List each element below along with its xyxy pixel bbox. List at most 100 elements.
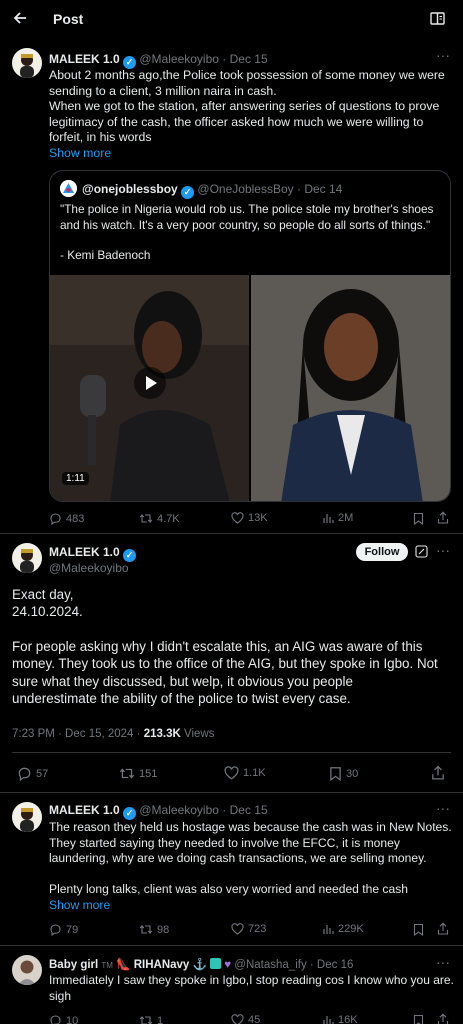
tweet-date[interactable]: · Dec 15	[222, 52, 267, 66]
reply-icon	[50, 1015, 61, 1024]
like-button[interactable]: 45	[231, 1014, 260, 1024]
tweet-author-row: MALEEK 1.0 ✓ @Maleekoyibo · Dec 15	[49, 52, 268, 69]
views-count: 229K	[338, 923, 364, 935]
tweet-author-row: Baby girl TM 👠 RIHANavy ⚓ ♥ @Natasha_ify…	[49, 957, 353, 971]
tweet-body: About 2 months ago,the Police took posse…	[49, 68, 454, 161]
bookmark-button[interactable]: 30	[329, 766, 358, 781]
verified-badge-icon: ✓	[181, 186, 195, 199]
views-icon	[323, 514, 334, 523]
bookmark-icon[interactable]	[413, 923, 424, 936]
author-name[interactable]: MALEEK 1.0	[49, 803, 120, 817]
avatar[interactable]	[12, 802, 42, 832]
show-more-link[interactable]: Show more	[49, 898, 457, 914]
emoji-icon	[210, 958, 222, 969]
repost-button[interactable]: 1	[139, 1014, 163, 1024]
author-handle[interactable]: @Natasha_ify	[234, 959, 306, 971]
reply-icon	[50, 924, 61, 936]
views-button[interactable]: 229K	[322, 923, 364, 935]
follow-button[interactable]: Follow	[356, 543, 408, 561]
like-button[interactable]: 13K	[231, 512, 268, 524]
repost-count: 98	[157, 923, 170, 936]
tweet-timestamp[interactable]: 7:23 PM · Dec 15, 2024 ·	[12, 728, 140, 740]
quote-author-handle: @OneJoblessBoy	[197, 182, 294, 196]
grok-icon[interactable]	[415, 545, 428, 558]
tweet-line: About 2 months ago,the Police took posse…	[49, 68, 445, 82]
like-button[interactable]: 723	[231, 923, 266, 935]
views-count: 16K	[338, 1014, 358, 1024]
tweet-meta: 7:23 PM · Dec 15, 2024 · 213.3K Views	[12, 728, 214, 740]
tweet-line: laundering, why are we doing cash transa…	[49, 851, 427, 865]
reply-count: 10	[66, 1014, 79, 1024]
tweet-line: forfeit, in his words	[49, 130, 152, 144]
back-arrow-icon[interactable]	[12, 10, 28, 26]
repost-button[interactable]: 4.7K	[139, 512, 180, 525]
share-icon[interactable]	[437, 511, 449, 524]
tweet-date[interactable]: · Dec 15	[222, 803, 267, 817]
quote-text: "The police in Nigeria would rob us. The…	[60, 202, 450, 264]
tweet-line: sigh	[49, 988, 72, 1003]
tweet-line: The reason they held us hostage was beca…	[49, 820, 452, 834]
tweet-line: Plenty long talks, client was also very …	[49, 882, 408, 896]
repost-icon	[119, 768, 135, 779]
share-icon[interactable]	[431, 765, 445, 780]
name-suffix: TM	[101, 961, 113, 970]
name-suffix-2: RIHANavy	[133, 959, 190, 971]
bookmark-icon[interactable]	[413, 1014, 424, 1024]
reply-button[interactable]: 79	[49, 923, 78, 936]
author-handle[interactable]: @Maleekoyibo	[139, 803, 219, 817]
author-handle[interactable]: @Maleekoyibo	[49, 561, 129, 575]
reader-mode-icon[interactable]	[430, 12, 445, 25]
avatar[interactable]	[12, 543, 42, 573]
tweet-date[interactable]: · Dec 16	[310, 959, 353, 971]
bookmark-icon	[330, 767, 341, 781]
repost-icon	[139, 925, 153, 934]
like-count: 13K	[248, 512, 268, 524]
quote-video[interactable]: 1:11	[50, 275, 249, 501]
quote-line: and his watch. It's a very poor country,…	[60, 217, 431, 232]
bookmark-icon[interactable]	[413, 512, 424, 525]
tweet-author-row: MALEEK 1.0 ✓ @Maleekoyibo · Dec 15	[49, 803, 268, 820]
author-name[interactable]: Baby girl	[49, 959, 98, 971]
views-count: 213.3K	[143, 728, 181, 740]
like-button[interactable]: 1.1K	[224, 766, 266, 780]
quote-image[interactable]	[251, 275, 450, 501]
reply-icon	[18, 767, 31, 781]
play-button-icon[interactable]	[134, 367, 166, 399]
repost-button[interactable]: 98	[139, 923, 169, 936]
more-options-icon[interactable]: ···	[436, 800, 450, 816]
quoted-tweet-card[interactable]: @onejoblessboy ✓ @OneJoblessBoy · Dec 14…	[49, 170, 451, 502]
views-count: 2M	[338, 512, 354, 524]
more-options-icon[interactable]: ···	[436, 542, 450, 558]
like-count: 45	[248, 1014, 261, 1024]
views-button[interactable]: 16K	[322, 1014, 358, 1024]
reply-button[interactable]: 57	[17, 766, 48, 781]
share-icon[interactable]	[437, 922, 449, 935]
repost-count: 4.7K	[157, 512, 180, 525]
repost-count: 151	[139, 767, 158, 780]
quote-avatar	[60, 180, 77, 197]
show-more-link[interactable]: Show more	[49, 146, 454, 162]
more-options-icon[interactable]: ···	[436, 47, 450, 63]
avatar[interactable]	[12, 955, 42, 985]
top-bar: Post	[0, 0, 463, 38]
views-button[interactable]: 2M	[322, 512, 353, 524]
divider	[0, 945, 463, 946]
tweet-body: The reason they held us hostage was beca…	[49, 820, 457, 913]
reply-author-name-row: MALEEK 1.0 ✓	[49, 545, 137, 562]
author-name[interactable]: MALEEK 1.0	[49, 545, 120, 559]
share-icon[interactable]	[437, 1013, 449, 1024]
more-options-icon[interactable]: ···	[436, 954, 450, 970]
video-duration: 1:11	[62, 472, 89, 485]
quote-line: "The police in Nigeria would rob us. The…	[60, 202, 434, 216]
reply-line: 24.10.2024.	[12, 604, 83, 620]
repost-button[interactable]: 151	[119, 766, 157, 781]
reply-button[interactable]: 10	[49, 1014, 78, 1024]
page-title: Post	[53, 11, 84, 27]
author-handle[interactable]: @Maleekoyibo	[139, 52, 219, 66]
avatar[interactable]	[12, 48, 42, 78]
quote-attribution: - Kemi Badenoch	[60, 248, 151, 262]
divider	[12, 752, 451, 753]
reply-button[interactable]: 483	[49, 512, 84, 525]
verified-badge-icon: ✓	[123, 807, 137, 820]
author-name[interactable]: MALEEK 1.0	[49, 52, 120, 66]
